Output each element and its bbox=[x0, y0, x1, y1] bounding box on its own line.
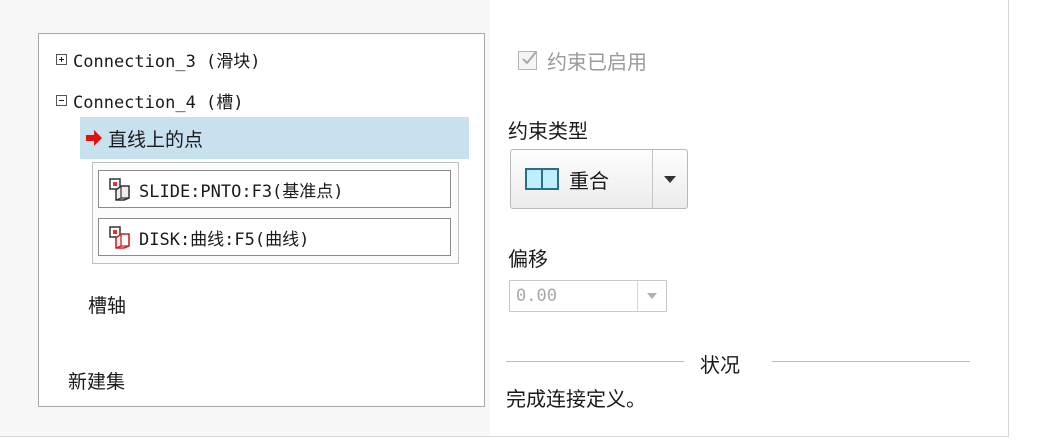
reference-slot-1[interactable]: SLIDE:PNTO:F3(基准点) bbox=[98, 170, 451, 208]
checkbox-label: 约束已启用 bbox=[547, 49, 647, 74]
reference-label: DISK:曲线:F5(曲线) bbox=[139, 229, 310, 250]
status-text: 完成连接定义。 bbox=[506, 387, 646, 411]
offset-value: 0.00 bbox=[516, 286, 557, 306]
constraint-type-label: 约束类型 bbox=[508, 119, 588, 143]
datum-point-reference-icon bbox=[109, 178, 130, 201]
tree-node-connection-4[interactable]: Connection_4 (槽) bbox=[56, 87, 244, 113]
collapse-minus-icon[interactable] bbox=[56, 94, 67, 106]
offset-label: 偏移 bbox=[508, 247, 548, 271]
tree-node-label: Connection_4 (槽) bbox=[73, 92, 244, 113]
coincident-icon bbox=[525, 168, 559, 190]
expand-plus-icon[interactable] bbox=[56, 53, 67, 65]
offset-input[interactable]: 0.00 bbox=[509, 280, 667, 312]
constraint-type-value: 重合 bbox=[569, 168, 609, 193]
checkbox-icon[interactable] bbox=[518, 50, 537, 70]
reference-slot-2[interactable]: DISK:曲线:F5(曲线) bbox=[98, 218, 451, 256]
constraint-enabled-checkbox[interactable]: 约束已启用 bbox=[518, 45, 647, 75]
dropdown-arrow-icon[interactable] bbox=[653, 175, 687, 183]
tree-node-label: Connection_3 (滑块) bbox=[73, 51, 261, 72]
slot-axis-item[interactable]: 槽轴 bbox=[88, 291, 126, 318]
constraint-type-dropdown[interactable]: 重合 bbox=[510, 149, 688, 209]
new-set-item[interactable]: 新建集 bbox=[68, 367, 125, 394]
curve-reference-icon bbox=[109, 226, 130, 249]
reference-label: SLIDE:PNTO:F3(基准点) bbox=[139, 181, 344, 202]
tree-item-point-on-line[interactable]: 直线上的点 bbox=[80, 117, 469, 159]
dropdown-arrow-icon[interactable] bbox=[637, 281, 666, 311]
tree-node-connection-3[interactable]: Connection_3 (滑块) bbox=[56, 46, 261, 72]
constraint-label: 直线上的点 bbox=[108, 128, 204, 151]
divider bbox=[506, 361, 684, 362]
divider bbox=[772, 361, 970, 362]
status-group-label: 状况 bbox=[700, 353, 740, 377]
arrow-right-icon bbox=[86, 130, 102, 146]
